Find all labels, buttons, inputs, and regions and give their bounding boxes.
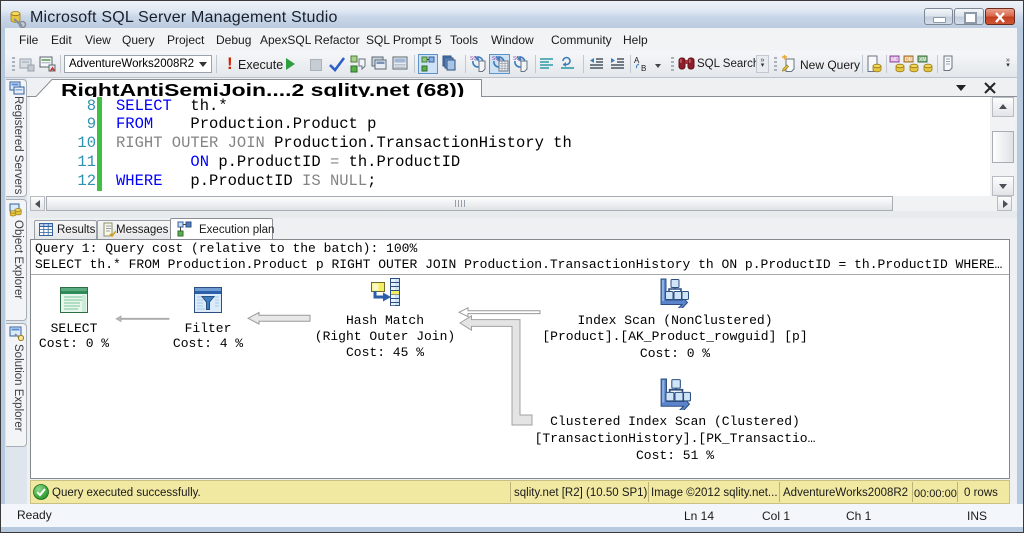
svg-text:A: A [634, 56, 640, 65]
svg-text:DM: DM [905, 57, 913, 63]
svg-text:B: B [641, 64, 646, 73]
svg-text:XM: XM [919, 57, 927, 63]
svg-text:MD: MD [891, 57, 899, 63]
